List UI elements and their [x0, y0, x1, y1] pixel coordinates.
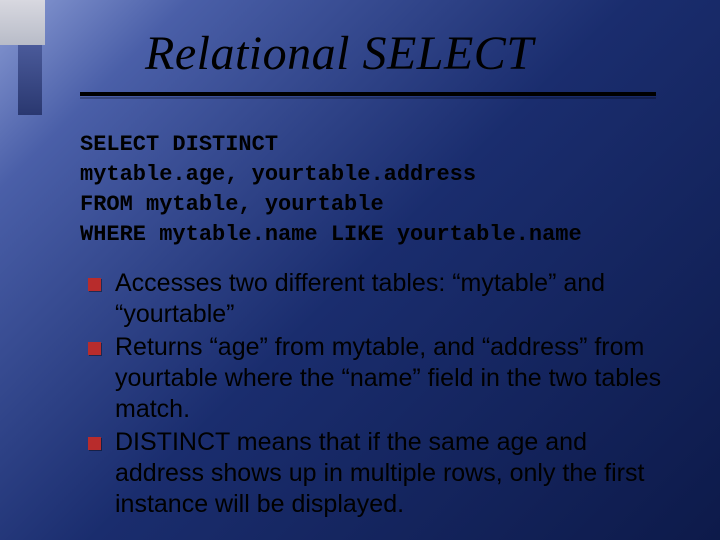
title-underline-shadow [80, 97, 656, 99]
bullet-icon [88, 278, 101, 291]
bullet-icon [88, 342, 101, 355]
bullet-icon [88, 437, 101, 450]
sql-code-block: SELECT DISTINCT mytable.age, yourtable.a… [80, 130, 582, 250]
title-underline [80, 92, 656, 96]
bullet-text: Accesses two different tables: “mytable”… [115, 268, 678, 330]
code-line: SELECT DISTINCT [80, 130, 582, 160]
list-item: DISTINCT means that if the same age and … [88, 427, 678, 520]
bullet-list: Accesses two different tables: “mytable”… [88, 268, 678, 522]
code-line: mytable.age, yourtable.address [80, 160, 582, 190]
corner-decoration [0, 0, 45, 45]
bullet-text: Returns “age” from mytable, and “address… [115, 332, 678, 425]
left-accent-bar [18, 45, 42, 115]
code-line: WHERE mytable.name LIKE yourtable.name [80, 220, 582, 250]
slide-title: Relational SELECT [145, 26, 534, 81]
bullet-text: DISTINCT means that if the same age and … [115, 427, 678, 520]
code-line: FROM mytable, yourtable [80, 190, 582, 220]
list-item: Accesses two different tables: “mytable”… [88, 268, 678, 330]
list-item: Returns “age” from mytable, and “address… [88, 332, 678, 425]
